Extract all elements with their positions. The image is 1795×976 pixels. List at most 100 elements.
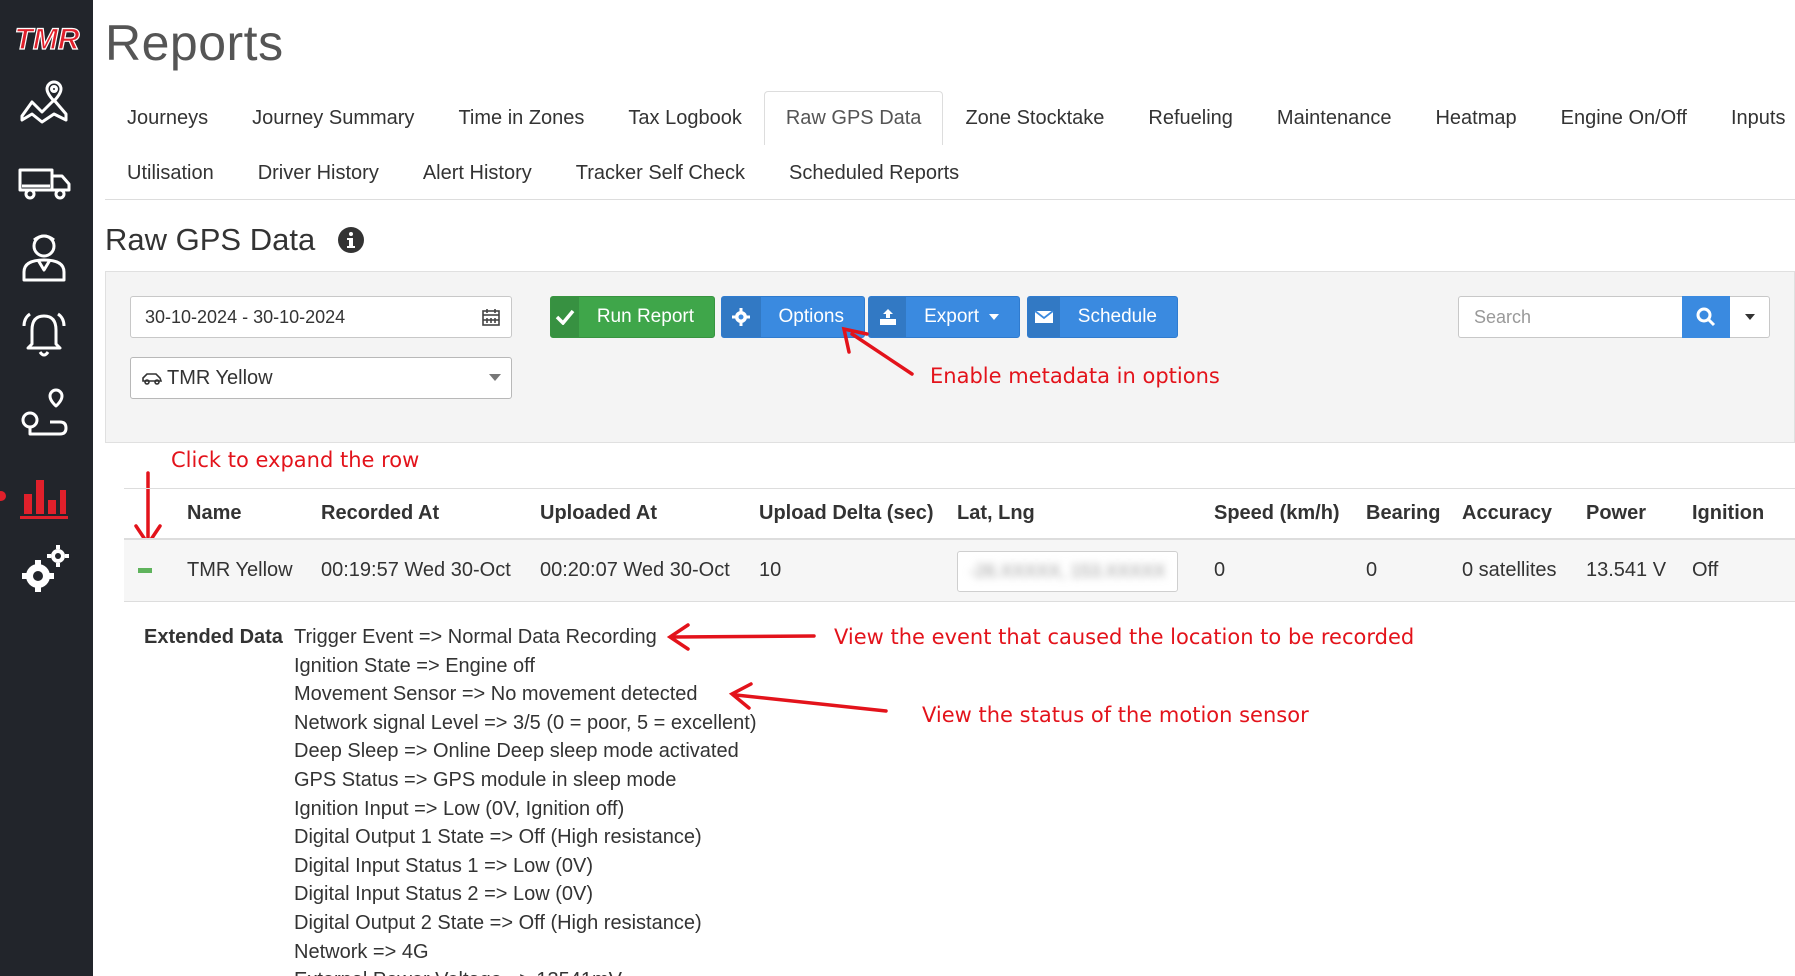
tab-refueling[interactable]: Refueling <box>1126 91 1255 145</box>
tab-zone-stocktake[interactable]: Zone Stocktake <box>943 91 1126 145</box>
truck-icon[interactable] <box>14 152 74 212</box>
schedule-button[interactable]: Schedule <box>1027 296 1178 338</box>
date-range-value: 30-10-2024 - 30-10-2024 <box>145 306 346 327</box>
cell-accuracy: 0 satellites <box>1462 559 1557 581</box>
cell-uploaded-at: 00:20:07 Wed 30-Oct <box>540 559 730 581</box>
arrow-to-motion <box>734 693 888 713</box>
gear-icon <box>722 297 761 337</box>
run-report-label: Run Report <box>596 306 694 327</box>
export-label-text: Export <box>924 306 979 327</box>
tab-inputs[interactable]: Inputs <box>1709 91 1795 145</box>
bell-icon[interactable] <box>14 304 74 364</box>
active-indicator <box>0 491 6 501</box>
check-icon <box>551 297 579 337</box>
annotation-expand: Click to expand the row <box>171 448 420 472</box>
info-icon[interactable] <box>337 226 365 254</box>
svg-text:TMR: TMR <box>15 23 80 56</box>
tab-heatmap[interactable]: Heatmap <box>1413 91 1538 145</box>
extended-data-line: Digital Output 2 State => Off (High resi… <box>294 911 702 934</box>
extended-data-line: GPS Status => GPS module in sleep mode <box>294 768 677 791</box>
tab-tax-logbook[interactable]: Tax Logbook <box>606 91 763 145</box>
report-tabs-row-2: Utilisation Driver History Alert History… <box>105 146 981 200</box>
tab-engine-on-off[interactable]: Engine On/Off <box>1539 91 1709 145</box>
cell-upload-delta: 10 <box>759 559 782 581</box>
extended-data-line: Ignition Input => Low (0V, Ignition off) <box>294 797 625 820</box>
col-header-ignition[interactable]: Ignition <box>1692 502 1764 525</box>
tab-maintenance[interactable]: Maintenance <box>1255 91 1414 145</box>
annotation-options: Enable metadata in options <box>930 364 1220 388</box>
export-icon <box>869 297 907 337</box>
tabs-divider <box>105 199 1795 200</box>
export-label: Export <box>906 306 1019 328</box>
extended-data-line: Movement Sensor => No movement detected <box>294 683 698 706</box>
car-icon <box>142 373 163 385</box>
options-button[interactable]: Options <box>721 296 865 338</box>
date-range-input[interactable]: 30-10-2024 - 30-10-2024 <box>130 296 512 338</box>
tab-scheduled-reports[interactable]: Scheduled Reports <box>767 146 981 200</box>
extended-data-line: Deep Sleep => Online Deep sleep mode act… <box>294 740 739 763</box>
chevron-down-icon <box>489 374 501 381</box>
lat-lng-value: -26.XXXXX, 153.XXXXX <box>969 561 1166 581</box>
extended-data-label: Extended Data <box>144 626 283 648</box>
extended-data-list: Trigger Event => Normal Data Recording I… <box>294 623 757 976</box>
col-header-lat-lng[interactable]: Lat, Lng <box>957 502 1035 525</box>
options-label: Options <box>778 306 844 327</box>
col-header-speed[interactable]: Speed (km/h) <box>1214 502 1340 525</box>
extended-data-line: Digital Input Status 2 => Low (0V) <box>294 883 594 906</box>
section-title-text: Raw GPS Data <box>105 222 316 257</box>
report-tabs-row-1: Journeys Journey Summary Time in Zones T… <box>105 91 1795 145</box>
route-icon[interactable] <box>14 382 74 442</box>
run-report-button[interactable]: Run Report <box>550 296 715 338</box>
gears-icon[interactable] <box>14 540 74 600</box>
col-header-accuracy[interactable]: Accuracy <box>1462 502 1552 525</box>
tab-time-in-zones[interactable]: Time in Zones <box>436 91 606 145</box>
extended-data-line: Network signal Level => 3/5 (0 = poor, 5… <box>294 711 757 734</box>
extended-data-line: Trigger Event => Normal Data Recording <box>294 626 657 648</box>
extended-data-line: Ignition State => Engine off <box>294 654 535 677</box>
driver-icon[interactable] <box>14 226 74 286</box>
annotation-motion: View the status of the motion sensor <box>922 703 1309 727</box>
calendar-icon[interactable] <box>481 307 501 327</box>
tab-alert-history[interactable]: Alert History <box>401 146 554 200</box>
export-button[interactable]: Export <box>868 296 1020 338</box>
envelope-icon <box>1028 297 1060 337</box>
search-options-dropdown[interactable] <box>1730 296 1770 338</box>
col-header-upload-delta[interactable]: Upload Delta (sec) <box>759 502 933 525</box>
sidebar: TMR <box>0 0 93 976</box>
cell-bearing: 0 <box>1366 559 1378 581</box>
tmr-logo[interactable]: TMR <box>6 18 88 58</box>
extended-data-line: Digital Input Status 1 => Low (0V) <box>294 854 594 877</box>
vehicle-select[interactable]: TMR Yellow <box>130 357 512 399</box>
search-button[interactable] <box>1682 296 1730 338</box>
tab-driver-history[interactable]: Driver History <box>236 146 401 200</box>
extended-data-line: External Power Voltage => 13541mV <box>294 966 757 976</box>
caret-down-icon <box>1744 314 1755 320</box>
col-header-name[interactable]: Name <box>187 502 241 525</box>
tab-journeys[interactable]: Journeys <box>105 91 230 145</box>
search-placeholder: Search <box>1474 306 1532 327</box>
col-header-recorded-at[interactable]: Recorded At <box>321 502 439 525</box>
map-icon[interactable] <box>14 72 74 132</box>
caret-down-icon <box>989 313 999 320</box>
col-header-bearing[interactable]: Bearing <box>1366 502 1440 525</box>
collapse-row-icon[interactable] <box>138 568 152 573</box>
extended-data-line: Digital Output 1 State => Off (High resi… <box>294 826 702 849</box>
tab-tracker-self-check[interactable]: Tracker Self Check <box>554 146 767 200</box>
section-title: Raw GPS Data <box>105 222 365 258</box>
col-header-power[interactable]: Power <box>1586 502 1646 525</box>
search-input[interactable]: Search <box>1458 296 1682 338</box>
cell-power: 13.541 V <box>1586 559 1667 581</box>
col-header-uploaded-at[interactable]: Uploaded At <box>540 502 657 525</box>
search-icon <box>1696 307 1716 327</box>
vehicle-select-value: TMR Yellow <box>167 366 273 389</box>
table-top-border <box>124 488 1795 489</box>
bar-chart-icon[interactable] <box>14 464 74 524</box>
tab-utilisation[interactable]: Utilisation <box>105 146 236 200</box>
cell-lat-lng[interactable]: -26.XXXXX, 153.XXXXX <box>957 551 1178 592</box>
schedule-label: Schedule <box>1077 306 1157 327</box>
tab-raw-gps-data[interactable]: Raw GPS Data <box>763 91 944 145</box>
tab-journey-summary[interactable]: Journey Summary <box>230 91 436 145</box>
cell-recorded-at: 00:19:57 Wed 30-Oct <box>321 559 511 581</box>
cell-name: TMR Yellow <box>187 559 293 581</box>
annotation-event: View the event that caused the location … <box>834 625 1415 649</box>
